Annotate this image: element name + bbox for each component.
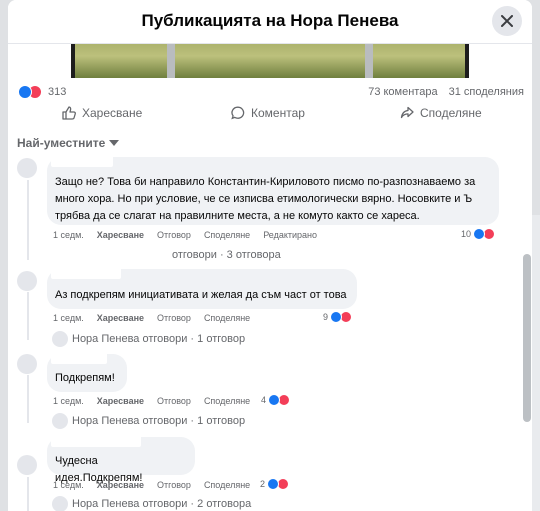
- author-name[interactable]: [51, 155, 113, 167]
- avatar: [52, 331, 68, 347]
- comment-time[interactable]: 1 седм.: [53, 396, 84, 406]
- comment-bubble: Подкрепям!: [47, 352, 127, 392]
- like-reaction-icon: [330, 311, 343, 323]
- replies-summary: Нора Пенева отговори · 1 отговор: [72, 333, 246, 345]
- avatar[interactable]: [17, 271, 37, 291]
- edited-label: Редактирано: [263, 230, 318, 240]
- post-dialog: Публикацията на Нора Пенева 313 73 комен…: [8, 0, 532, 511]
- comment-meta: 1 седм. Харесване Отговор Споделяне: [53, 396, 250, 406]
- comment-like-link[interactable]: Харесване: [97, 313, 144, 323]
- chevron-down-icon: [109, 140, 120, 146]
- comment-time[interactable]: 1 седм.: [53, 230, 84, 240]
- comment-share-link[interactable]: Споделяне: [204, 313, 250, 323]
- comment-button[interactable]: Коментар: [231, 106, 305, 120]
- dialog-header: Публикацията на Нора Пенева: [8, 0, 532, 44]
- comment-time[interactable]: 1 седм.: [53, 480, 84, 490]
- view-replies-link[interactable]: Нора Пенева отговори · 2 отговора: [52, 496, 251, 511]
- reaction-count: 4: [261, 395, 267, 405]
- share-button[interactable]: Споделяне: [400, 106, 482, 120]
- comment-sort-dropdown[interactable]: Най-уместните: [17, 136, 120, 150]
- dialog-title: Публикацията на Нора Пенева: [141, 11, 399, 30]
- post-stats: 313 73 коментара 31 споделяния: [18, 84, 524, 102]
- avatar[interactable]: [17, 455, 37, 475]
- author-name[interactable]: [51, 352, 107, 364]
- thread-line: [27, 477, 29, 511]
- comment-meta: 1 седм. Харесване Отговор Споделяне: [53, 480, 250, 490]
- comment-time[interactable]: 1 седм.: [53, 313, 84, 323]
- like-button[interactable]: Харесване: [62, 106, 142, 120]
- comment-reactions[interactable]: 2: [260, 478, 290, 490]
- comment-reactions[interactable]: 9: [323, 311, 353, 323]
- comment-bubble: Аз подкрепям инициативата и желая да съм…: [47, 267, 357, 309]
- avatar[interactable]: [17, 158, 37, 178]
- avatar: [52, 496, 68, 511]
- comment-bubble: Чудесна идея.Подкрепям!: [47, 435, 195, 484]
- post-image[interactable]: [71, 38, 469, 78]
- image-detail: [365, 38, 373, 78]
- view-replies-link[interactable]: Нора Пенева отговори · 1 отговор: [52, 413, 245, 429]
- post-actions: Харесване Коментар Споделяне: [18, 103, 524, 127]
- like-button-label: Харесване: [82, 106, 143, 120]
- comment-reply-link[interactable]: Отговор: [157, 480, 191, 490]
- comment-reply-link[interactable]: Отговор: [157, 313, 191, 323]
- like-reaction-icon: [473, 228, 486, 240]
- reaction-count: 2: [260, 479, 266, 489]
- reaction-summary[interactable]: [18, 85, 46, 99]
- comment-count[interactable]: 73 коментара: [368, 86, 437, 98]
- share-count[interactable]: 31 споделяния: [449, 86, 524, 98]
- thread-line: [27, 180, 29, 260]
- comment-text: Подкрепям!: [55, 372, 115, 384]
- like-reaction-icon: [268, 394, 281, 406]
- thread-line: [27, 292, 29, 340]
- comment-like-link[interactable]: Харесване: [97, 396, 144, 406]
- share-icon: [400, 106, 414, 119]
- author-name[interactable]: [51, 267, 121, 279]
- comment-text: Защо не? Това би направило Константин-Ки…: [55, 176, 476, 222]
- comment-share-link[interactable]: Споделяне: [204, 480, 250, 490]
- scrollbar[interactable]: [523, 254, 531, 422]
- comment-reply-link[interactable]: Отговор: [157, 396, 191, 406]
- replies-summary: Нора Пенева отговори · 2 отговора: [72, 498, 252, 510]
- replies-summary: Нора Пенева отговори · 1 отговор: [72, 415, 246, 427]
- comment-reactions[interactable]: 4: [261, 394, 291, 406]
- comment-bubble: Защо не? Това би направило Константин-Ки…: [47, 155, 499, 225]
- like-reaction-icon: [267, 478, 280, 490]
- comment-meta: 1 седм. Харесване Отговор Споделяне Реда…: [53, 230, 317, 240]
- comment-like-link[interactable]: Харесване: [97, 230, 144, 240]
- reaction-count: 10: [461, 229, 472, 239]
- close-button[interactable]: [492, 6, 522, 36]
- comment-reply-link[interactable]: Отговор: [157, 230, 191, 240]
- comment-text: Аз подкрепям инициативата и желая да съм…: [55, 289, 347, 301]
- sort-label: Най-уместните: [17, 136, 106, 150]
- comment-like-link[interactable]: Харесване: [97, 480, 144, 490]
- avatar[interactable]: [17, 354, 37, 374]
- reaction-count[interactable]: 313: [48, 86, 66, 98]
- share-button-label: Споделяне: [420, 106, 482, 120]
- replies-summary: отговори · 3 отговора: [172, 249, 281, 261]
- comment-reactions[interactable]: 10: [461, 228, 496, 240]
- view-replies-link[interactable]: отговори · 3 отговора: [172, 249, 281, 261]
- avatar: [52, 413, 68, 429]
- image-detail: [167, 38, 175, 78]
- thread-line: [27, 375, 29, 423]
- comment-meta: 1 седм. Харесване Отговор Споделяне: [53, 313, 250, 323]
- comment-share-link[interactable]: Споделяне: [204, 396, 250, 406]
- comment-icon: [231, 106, 245, 120]
- comment-button-label: Коментар: [251, 106, 305, 120]
- close-icon: [501, 15, 513, 27]
- like-icon: [62, 106, 76, 120]
- like-reaction-icon: [18, 85, 32, 99]
- reaction-count: 9: [323, 312, 329, 322]
- comment-share-link[interactable]: Споделяне: [204, 230, 250, 240]
- author-name[interactable]: [51, 435, 141, 447]
- view-replies-link[interactable]: Нора Пенева отговори · 1 отговор: [52, 331, 245, 347]
